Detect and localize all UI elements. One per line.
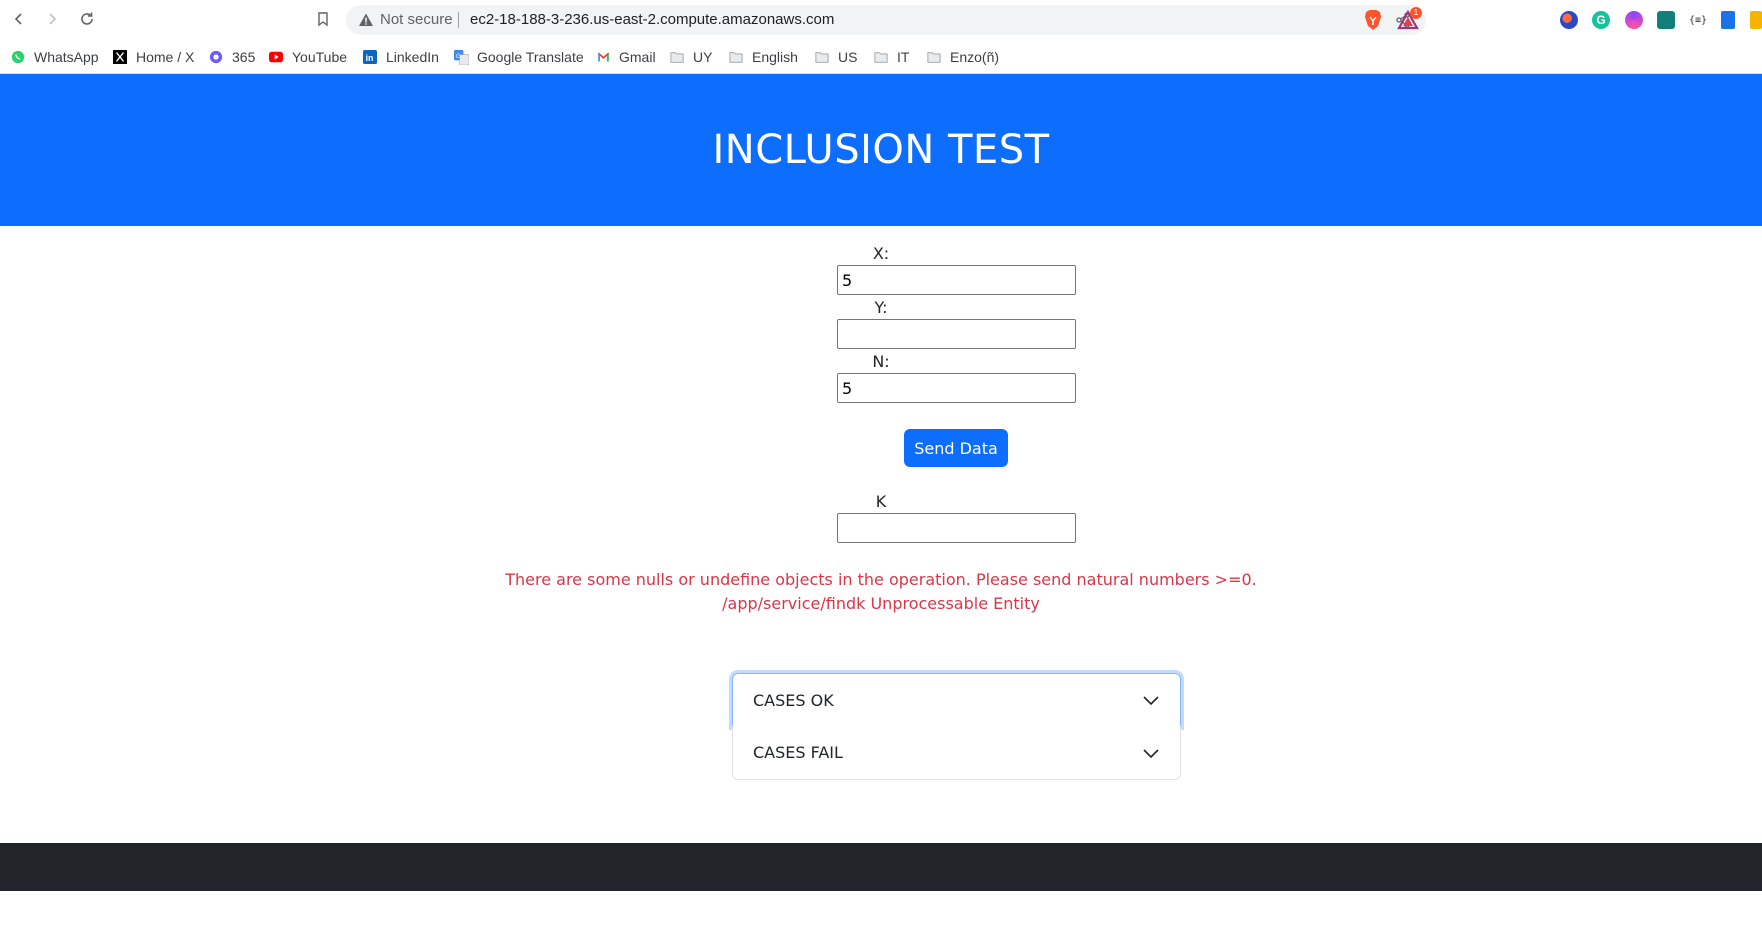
bookmark-folder-english[interactable]: English	[728, 48, 798, 66]
reload-icon	[81, 12, 93, 25]
bookmark-whatsapp[interactable]: WhatsApp	[10, 48, 99, 66]
bookmark-label: IT	[897, 49, 910, 65]
grammarly-icon[interactable]: G	[1592, 11, 1610, 29]
y-label: Y:	[874, 298, 888, 317]
accordion-label: CASES FAIL	[753, 743, 843, 762]
security-label[interactable]: Not secure	[380, 11, 453, 29]
address-bar[interactable]: Not secure ec2-18-188-3-236.us-east-2.co…	[346, 5, 1426, 35]
bookmark-label: WhatsApp	[34, 49, 99, 65]
bookmark-label: UY	[693, 49, 713, 65]
svg-text:in: in	[366, 53, 374, 63]
bookmark-google-translate[interactable]: G Google Translate	[453, 48, 584, 66]
bookmark-folder-us[interactable]: US	[814, 48, 857, 66]
youtube-icon	[268, 49, 284, 65]
copilot-icon	[208, 49, 224, 65]
error-message-line-2: /app/service/findk Unprocessable Entity	[722, 594, 1040, 613]
chevron-down-icon	[1143, 748, 1159, 758]
json-formatter-icon[interactable]: {≡}	[1689, 11, 1707, 29]
extension-firefox-like-icon[interactable]	[1560, 11, 1578, 29]
omnibox-separator	[458, 12, 459, 28]
extension-document-icon[interactable]	[1721, 11, 1735, 29]
extension-overflow-icon[interactable]	[1750, 11, 1762, 29]
back-arrow-icon	[14, 13, 22, 25]
x-input[interactable]	[837, 265, 1076, 295]
folder-icon	[669, 49, 685, 65]
extension-brain-icon[interactable]	[1625, 11, 1643, 29]
page-title: INCLUSION TEST	[712, 127, 1050, 173]
x-label: X:	[872, 244, 890, 263]
bookmark-365[interactable]: 365	[208, 48, 255, 66]
x-icon	[112, 49, 128, 65]
bookmark-label: US	[838, 49, 858, 65]
accordion-cases-fail[interactable]: CASES FAIL	[732, 726, 1181, 780]
error-message-line-1: There are some nulls or undefine objects…	[505, 570, 1257, 589]
send-data-button[interactable]: Send Data	[904, 429, 1008, 467]
whatsapp-icon	[10, 49, 26, 65]
n-label: N:	[872, 352, 890, 371]
bookmark-label: Home / X	[136, 49, 195, 65]
browser-toolbar: Not secure ec2-18-188-3-236.us-east-2.co…	[0, 0, 1762, 40]
bookmarks-bar: WhatsApp Home / X 365 YouTube in LinkedI…	[0, 40, 1762, 74]
accordion-label: CASES OK	[753, 690, 834, 710]
k-output[interactable]	[837, 513, 1076, 543]
brave-shields-icon[interactable]	[1363, 9, 1383, 31]
forward-arrow-icon	[49, 13, 57, 25]
rewards-badge: 1	[1410, 7, 1422, 19]
n-input[interactable]	[837, 373, 1076, 403]
bookmark-label: English	[752, 49, 798, 65]
bookmark-label: Enzo(ñ)	[950, 49, 1000, 65]
accordion-cases-ok[interactable]: CASES OK	[732, 673, 1181, 727]
bookmark-label: YouTube	[292, 49, 348, 65]
bookmark-label: 365	[232, 49, 256, 65]
page-content: INCLUSION TEST X: Y: N: Send Data K Ther…	[0, 74, 1762, 935]
y-input[interactable]	[837, 319, 1076, 349]
extension-square-icon[interactable]	[1657, 11, 1675, 29]
bookmark-youtube[interactable]: YouTube	[268, 48, 347, 66]
header-banner: INCLUSION TEST	[0, 74, 1762, 226]
linkedin-icon: in	[362, 49, 378, 65]
bookmark-folder-enzo[interactable]: Enzo(ñ)	[926, 48, 999, 66]
translate-icon: G	[453, 49, 469, 65]
folder-icon	[728, 49, 744, 65]
reload-button[interactable]	[76, 8, 98, 30]
bookmark-folder-uy[interactable]: UY	[669, 48, 712, 66]
bookmark-page-button[interactable]	[313, 8, 333, 30]
back-button[interactable]	[8, 8, 30, 30]
chevron-down-icon	[1143, 696, 1159, 706]
bookmark-gmail[interactable]: Gmail	[595, 48, 656, 66]
folder-icon	[814, 49, 830, 65]
folder-icon	[873, 49, 889, 65]
folder-icon	[926, 49, 942, 65]
svg-text:G: G	[455, 52, 460, 59]
bookmark-label: LinkedIn	[386, 49, 439, 65]
bookmark-linkedin[interactable]: in LinkedIn	[362, 48, 439, 66]
warning-icon	[359, 13, 373, 26]
bookmark-label: Google Translate	[477, 49, 584, 65]
bookmark-icon	[318, 12, 328, 27]
url-text[interactable]: ec2-18-188-3-236.us-east-2.compute.amazo…	[470, 11, 834, 29]
gmail-icon	[595, 49, 611, 65]
bookmark-label: Gmail	[619, 49, 656, 65]
page-footer	[0, 843, 1762, 891]
k-label: K	[875, 492, 887, 511]
forward-button[interactable]	[41, 8, 63, 30]
bookmark-folder-it[interactable]: IT	[873, 48, 909, 66]
bookmark-x[interactable]: Home / X	[112, 48, 194, 66]
